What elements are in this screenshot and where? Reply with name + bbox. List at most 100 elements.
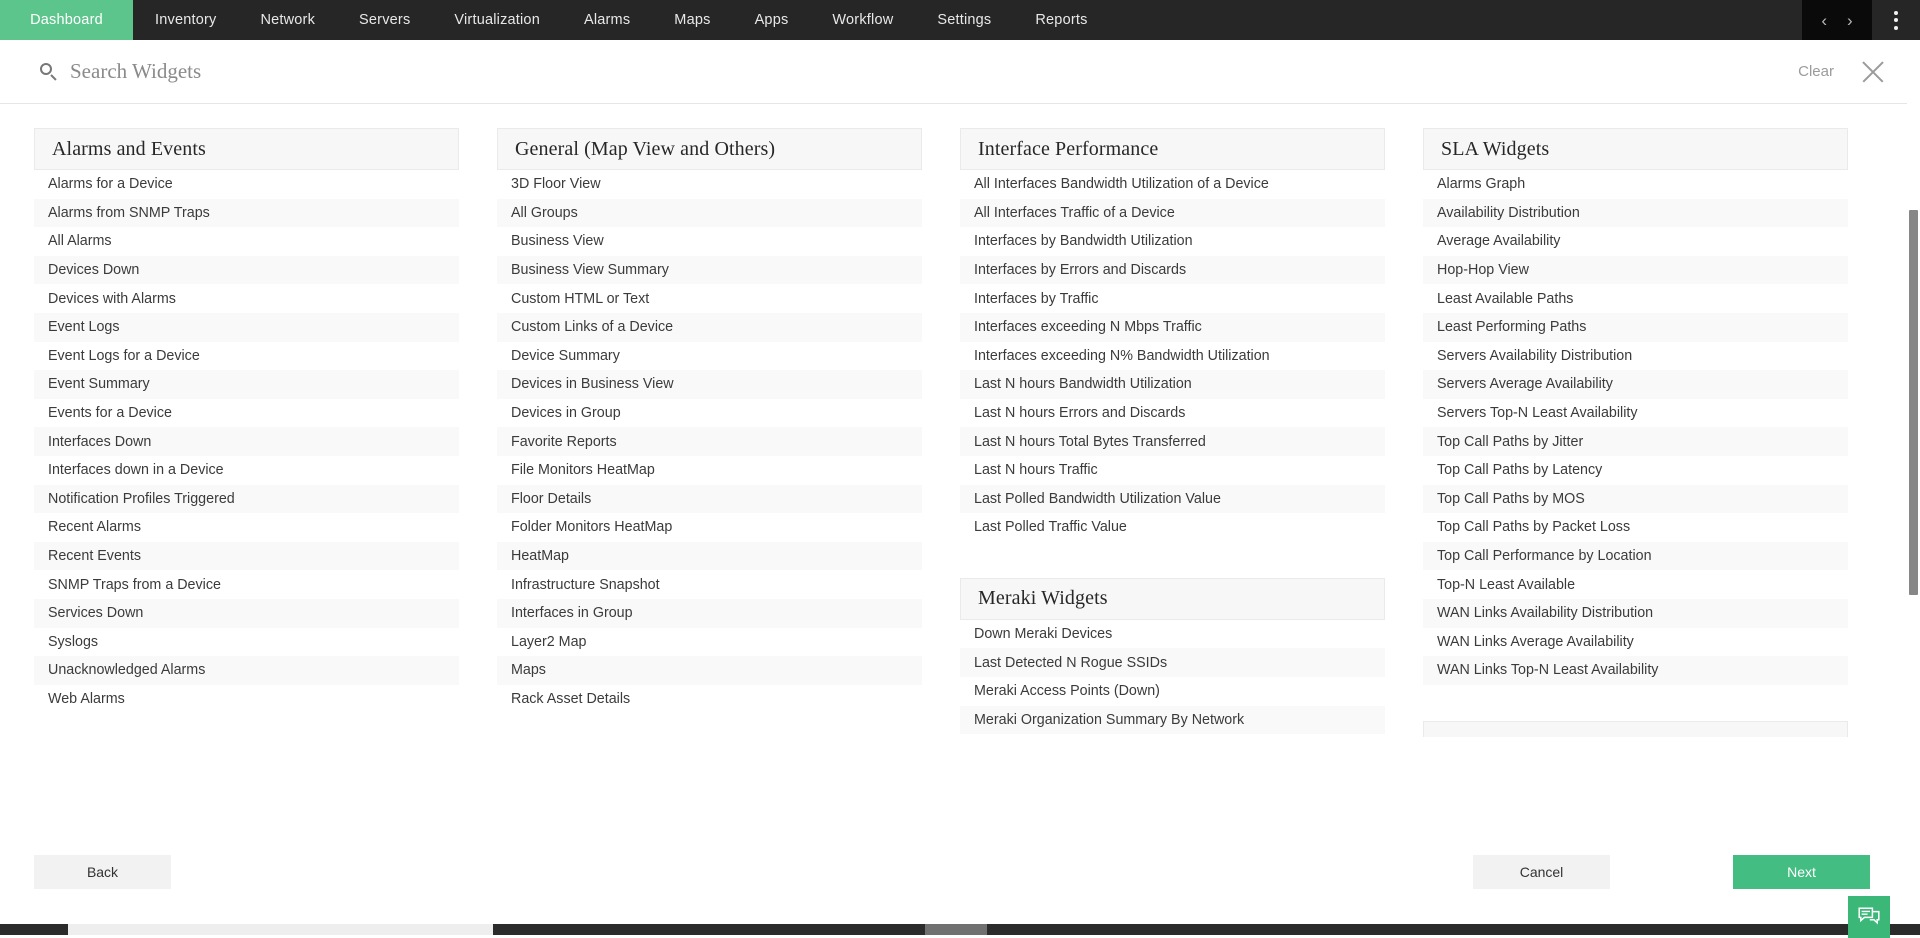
widget-list-item[interactable]: All Interfaces Bandwidth Utilization of … [960,170,1385,199]
vertical-scrollbar-track[interactable] [1907,40,1920,920]
clear-search-button[interactable]: Clear [1798,63,1834,80]
widget-list-item[interactable]: Top-N Least Available [1423,570,1848,599]
widget-list-item[interactable]: Last N hours Total Bytes Transferred [960,427,1385,456]
widget-list-item[interactable]: Interfaces down in a Device [34,456,459,485]
chat-bubbles-icon[interactable] [1848,896,1890,938]
more-vertical-icon[interactable] [1872,0,1920,40]
widget-list-item[interactable]: Recent Events [34,541,459,571]
widget-list-item[interactable]: Devices in Business View [497,370,922,399]
widget-list-item[interactable]: Folder Monitors HeatMap [497,513,922,542]
nav-item-settings[interactable]: Settings [915,0,1013,40]
nav-item-virtualization[interactable]: Virtualization [432,0,562,40]
back-button[interactable]: Back [34,855,171,889]
widget-list-item[interactable]: All Interfaces Traffic of a Device [960,198,1385,228]
widget-list-item[interactable]: Interfaces by Traffic [960,284,1385,313]
widget-list-item[interactable]: Business View [497,227,922,256]
nav-item-alarms[interactable]: Alarms [562,0,652,40]
widget-list-item[interactable]: Hop-Hop View [1423,255,1848,285]
widget-list-item[interactable]: Infrastructure Snapshot [497,570,922,599]
widget-list-item[interactable]: Average Availability [1423,227,1848,256]
widget-list-item[interactable]: WAN Links Average Availability [1423,628,1848,657]
widget-list-item[interactable]: Down Meraki Devices [960,620,1385,649]
widget-list-item[interactable]: Notification Profiles Triggered [34,484,459,514]
nav-item-workflow[interactable]: Workflow [810,0,915,40]
widget-list-item[interactable]: Last Polled Bandwidth Utilization Value [960,484,1385,514]
nav-item-apps[interactable]: Apps [733,0,811,40]
widget-list-item[interactable]: Custom Links of a Device [497,312,922,342]
widget-list-item[interactable]: Interfaces Down [34,427,459,456]
widget-list-item[interactable]: Alarms for a Device [34,170,459,199]
widget-columns: Alarms and Events Alarms for a Device Alar… [0,128,1920,737]
widget-list-item[interactable]: Devices with Alarms [34,284,459,313]
widget-list-item[interactable]: All Alarms [34,227,459,256]
widget-list-item[interactable]: File Monitors HeatMap [497,456,922,485]
widget-list-item[interactable]: Last N hours Errors and Discards [960,399,1385,428]
widget-list-item[interactable]: Device Summary [497,342,922,371]
widget-list-item[interactable]: Last N hours Traffic [960,456,1385,485]
nav-item-inventory[interactable]: Inventory [133,0,238,40]
widget-list-item[interactable]: Interfaces by Bandwidth Utilization [960,227,1385,256]
widget-list-item[interactable]: Recent Alarms [34,513,459,542]
widget-list-item[interactable]: WAN Links Availability Distribution [1423,598,1848,628]
widget-list-item[interactable]: Top Call Paths by Latency [1423,456,1848,485]
widget-list-item[interactable]: Servers Average Availability [1423,370,1848,399]
widget-list-item[interactable]: Alarms from SNMP Traps [34,198,459,228]
nav-item-network[interactable]: Network [238,0,337,40]
chevron-right-icon[interactable]: › [1847,12,1853,29]
cancel-button[interactable]: Cancel [1473,855,1610,889]
widget-list-item[interactable]: SNMP Traps from a Device [34,570,459,599]
widget-list-item[interactable]: Web Alarms [34,685,459,714]
widget-list-item[interactable]: WAN Links Top-N Least Availability [1423,656,1848,685]
widget-list-item[interactable]: Devices in Group [497,399,922,428]
widget-list-item[interactable]: Event Summary [34,370,459,399]
widget-list-item[interactable]: Meraki Access Points (Down) [960,677,1385,706]
widget-list-item[interactable]: Favorite Reports [497,427,922,456]
widget-list-item[interactable]: Events for a Device [34,399,459,428]
widget-list-item[interactable]: HeatMap [497,541,922,571]
vertical-scrollbar-thumb[interactable] [1909,210,1918,595]
widget-list-item[interactable]: Devices Down [34,255,459,285]
widget-list-item[interactable]: Servers Availability Distribution [1423,342,1848,371]
widget-list-item[interactable]: Interfaces by Errors and Discards [960,255,1385,285]
widget-list-item[interactable]: Interfaces in Group [497,598,922,628]
widget-list-item[interactable]: Event Logs [34,312,459,342]
widget-list-item[interactable]: Last Detected N Rogue SSIDs [960,648,1385,677]
widget-list-item[interactable]: Interfaces exceeding N% Bandwidth Utiliz… [960,342,1385,371]
widget-list-item[interactable]: Top Call Performance by Location [1423,541,1848,571]
widget-list-item[interactable]: Services Down [34,598,459,628]
widget-list-item[interactable]: Top Call Paths by MOS [1423,484,1848,514]
widget-list-item[interactable]: Last Polled Traffic Value [960,513,1385,542]
nav-item-dashboard[interactable]: Dashboard [0,0,133,40]
nav-item-reports[interactable]: Reports [1013,0,1109,40]
widget-list-item[interactable]: Last N hours Bandwidth Utilization [960,370,1385,399]
close-icon[interactable] [1860,59,1886,85]
widget-list-item[interactable]: Business View Summary [497,255,922,285]
widget-list-item[interactable]: Maps [497,656,922,685]
widget-list-item[interactable]: Least Available Paths [1423,284,1848,313]
widget-list-item[interactable]: Event Logs for a Device [34,342,459,371]
widget-list-item[interactable]: All Groups [497,198,922,228]
nav-item-maps[interactable]: Maps [652,0,732,40]
horizontal-scrollbar-track[interactable] [0,924,1920,935]
widget-list-item[interactable]: Unacknowledged Alarms [34,656,459,685]
widget-list-item[interactable]: Interfaces exceeding N Mbps Traffic [960,312,1385,342]
widget-list-item[interactable]: Top Call Paths by Packet Loss [1423,513,1848,542]
horizontal-scrollbar-thumb[interactable] [68,924,493,935]
widget-list-item[interactable]: Floor Details [497,484,922,514]
widget-list-item[interactable]: Availability Distribution [1423,198,1848,228]
search-input[interactable] [70,59,590,84]
widget-list-item[interactable]: Top Call Paths by Jitter [1423,427,1848,456]
widget-list-item[interactable]: Alarms Graph [1423,170,1848,199]
widget-list-item[interactable]: Servers Top-N Least Availability [1423,399,1848,428]
widget-list-item[interactable]: Meraki Organization Summary By Network [960,705,1385,735]
widget-list-item[interactable]: 3D Floor View [497,170,922,199]
widget-list-item[interactable]: Syslogs [34,628,459,657]
next-button[interactable]: Next [1733,855,1870,889]
widget-section: SLA Widgets Alarms Graph Availability Dist… [1423,128,1848,685]
widget-list-item[interactable]: Custom HTML or Text [497,284,922,313]
widget-list-item[interactable]: Rack Asset Details [497,685,922,714]
chevron-left-icon[interactable]: ‹ [1821,12,1827,29]
nav-item-servers[interactable]: Servers [337,0,432,40]
widget-list-item[interactable]: Least Performing Paths [1423,312,1848,342]
widget-list-item[interactable]: Layer2 Map [497,628,922,657]
